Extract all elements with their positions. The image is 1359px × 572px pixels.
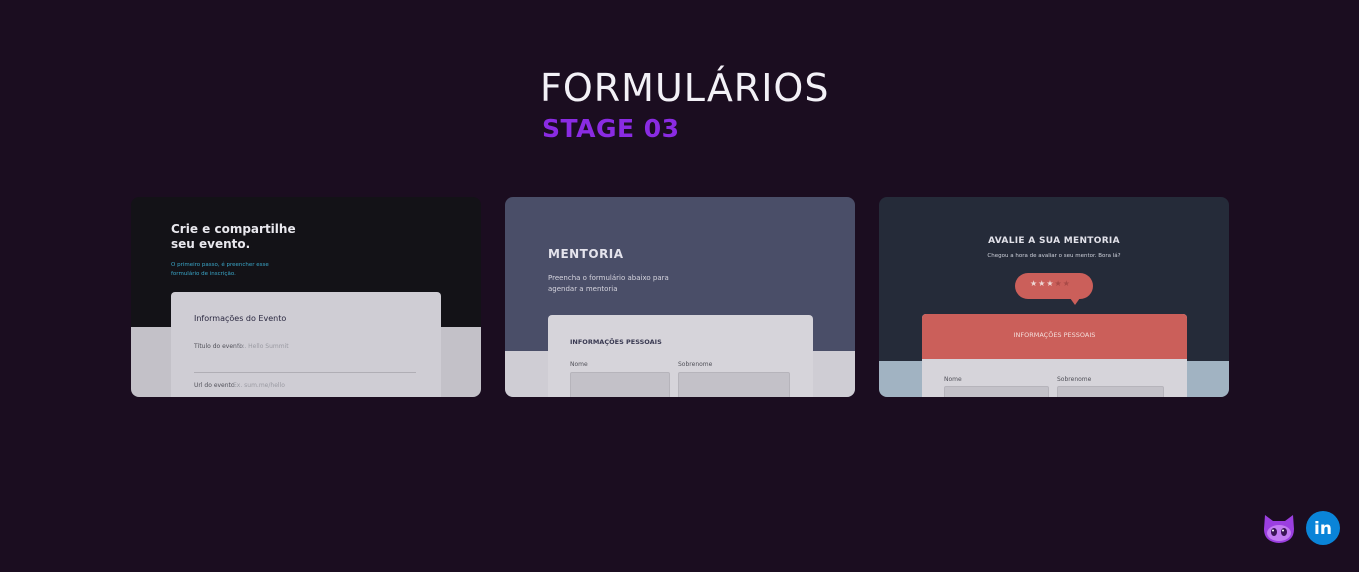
project-card-rating-form[interactable]: AVALIE A SUA MENTORIA Chegou a hora de a… (879, 197, 1229, 397)
star-icon[interactable]: ★ (1055, 279, 1063, 288)
card-form-preview: INFORMAÇÕES PESSOAIS Nome Sobrenome (922, 314, 1187, 397)
star-icon[interactable]: ★ (1030, 279, 1038, 288)
field-input-box (1057, 386, 1164, 397)
field-placeholder: Ex. Hello Summit (237, 343, 289, 350)
field-label: Nome (570, 361, 588, 368)
field-input-box (944, 386, 1049, 397)
page-subtitle: STAGE 03 (542, 114, 680, 143)
form-title: INFORMAÇÕES PESSOAIS (1013, 331, 1096, 339)
rating-bubble: ★★★★★ (1015, 273, 1093, 305)
linkedin-icon[interactable]: in (1306, 511, 1340, 545)
field-underline (194, 372, 416, 373)
card-heading: AVALIE A SUA MENTORIA (988, 236, 1120, 246)
form-title: Informações do Evento (194, 314, 287, 323)
field-label: Sobrenome (678, 361, 713, 368)
card-heading: MENTORIA (548, 247, 624, 261)
field-input-box (678, 372, 790, 397)
field-input-box (570, 372, 670, 397)
card-intro: Chegou a hora de avaliar o seu mentor. B… (987, 253, 1121, 259)
field-label: Sobrenome (1057, 376, 1092, 383)
github-cat-icon[interactable] (1261, 511, 1295, 545)
card-intro: O primeiro passo, é preencher esse formu… (171, 262, 269, 277)
form-title: INFORMAÇÕES PESSOAIS (570, 338, 662, 346)
star-icon[interactable]: ★ (1063, 279, 1071, 288)
card-form-preview: INFORMAÇÕES PESSOAIS Nome Sobrenome (548, 315, 813, 397)
field-label: Nome (944, 376, 962, 383)
star-icon[interactable]: ★ (1046, 279, 1054, 288)
card-form-preview: Informações do Evento Título do evento E… (171, 292, 441, 397)
field-placeholder: Ex. sum.me/hello (233, 382, 285, 389)
star-rating: ★★★★★ (1030, 279, 1071, 288)
form-header: INFORMAÇÕES PESSOAIS (922, 314, 1187, 359)
page: FORMULÁRIOS STAGE 03 Crie e compartilhe … (0, 0, 1359, 572)
field-label: Título do evento (194, 343, 243, 350)
field-label: Url do evento (194, 382, 235, 389)
project-card-event-form[interactable]: Crie e compartilhe seu evento. O primeir… (131, 197, 481, 397)
card-intro: Preencha o formulário abaixo para agenda… (548, 274, 669, 293)
linkedin-icon-text: in (1314, 519, 1332, 539)
page-title: FORMULÁRIOS (540, 66, 830, 110)
card-heading: Crie e compartilhe seu evento. (171, 222, 296, 251)
project-card-mentoring-form[interactable]: MENTORIA Preencha o formulário abaixo pa… (505, 197, 855, 397)
